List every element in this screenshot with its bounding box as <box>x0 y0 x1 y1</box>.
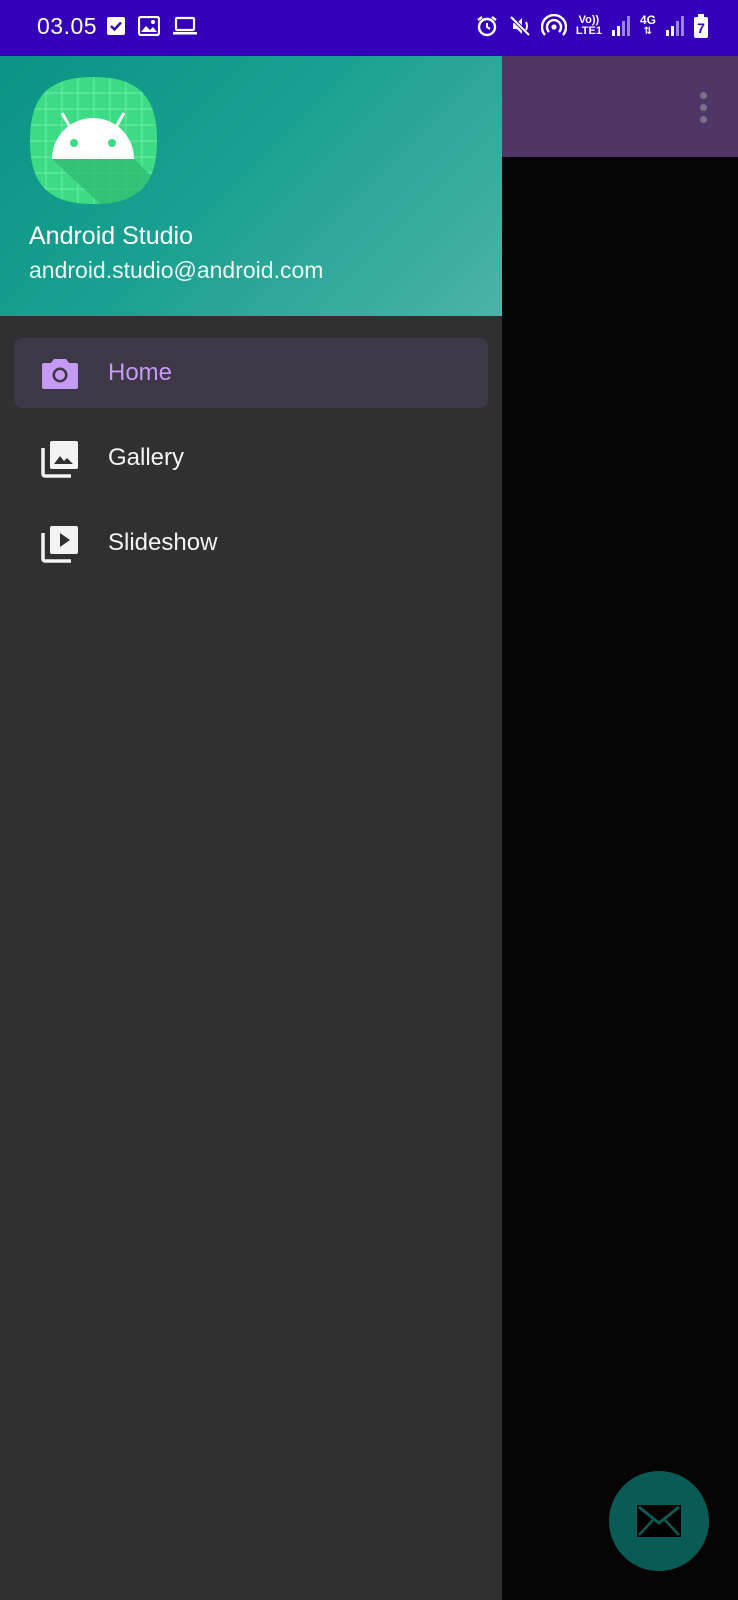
slideshow-icon <box>41 526 78 563</box>
signal-icon <box>611 16 630 36</box>
nav-item-slideshow[interactable]: Slideshow <box>14 508 488 578</box>
battery-level: 7 <box>694 17 708 38</box>
nav-item-home[interactable]: Home <box>14 338 488 408</box>
vibrate-icon <box>509 15 531 37</box>
volte-icon: Vo)) LTE1 <box>576 15 602 37</box>
status-notification-icons <box>106 16 198 36</box>
status-system-icons: Vo)) LTE1 4G ⇅ 7 <box>475 14 708 38</box>
signal-icon <box>666 16 684 36</box>
more-vert-icon[interactable] <box>698 92 708 128</box>
nav-item-label: Slideshow <box>108 529 218 556</box>
mail-icon <box>637 1505 681 1537</box>
mail-fab-button[interactable] <box>609 1471 709 1571</box>
network-4g-icon: 4G ⇅ <box>639 13 656 37</box>
alarm-icon <box>477 16 497 37</box>
navigation-drawer: Android Studio android.studio@android.co… <box>0 56 502 1600</box>
photo-library-icon <box>41 441 78 478</box>
android-icon <box>30 77 157 204</box>
battery-charging-icon: 7 <box>694 14 708 38</box>
image-icon <box>138 16 160 36</box>
nav-item-label: Home <box>108 359 173 386</box>
laptop-icon <box>173 16 197 35</box>
status-bar: 03.05 Vo)) LTE1 4G ⇅ 7 <box>0 0 738 56</box>
volte-label-bottom: LTE1 <box>575 25 602 37</box>
drawer-header: Android Studio android.studio@android.co… <box>0 56 502 316</box>
nav-item-label: Gallery <box>108 444 185 471</box>
header-user-email: android.studio@android.com <box>29 257 324 283</box>
check-square-icon <box>107 17 125 35</box>
status-time: 03.05 <box>37 13 98 39</box>
header-user-name: Android Studio <box>29 222 194 250</box>
network-label: 4G <box>639 13 656 27</box>
nav-item-gallery[interactable]: Gallery <box>14 423 488 493</box>
camera-icon <box>42 359 78 389</box>
hotspot-icon <box>540 14 567 36</box>
